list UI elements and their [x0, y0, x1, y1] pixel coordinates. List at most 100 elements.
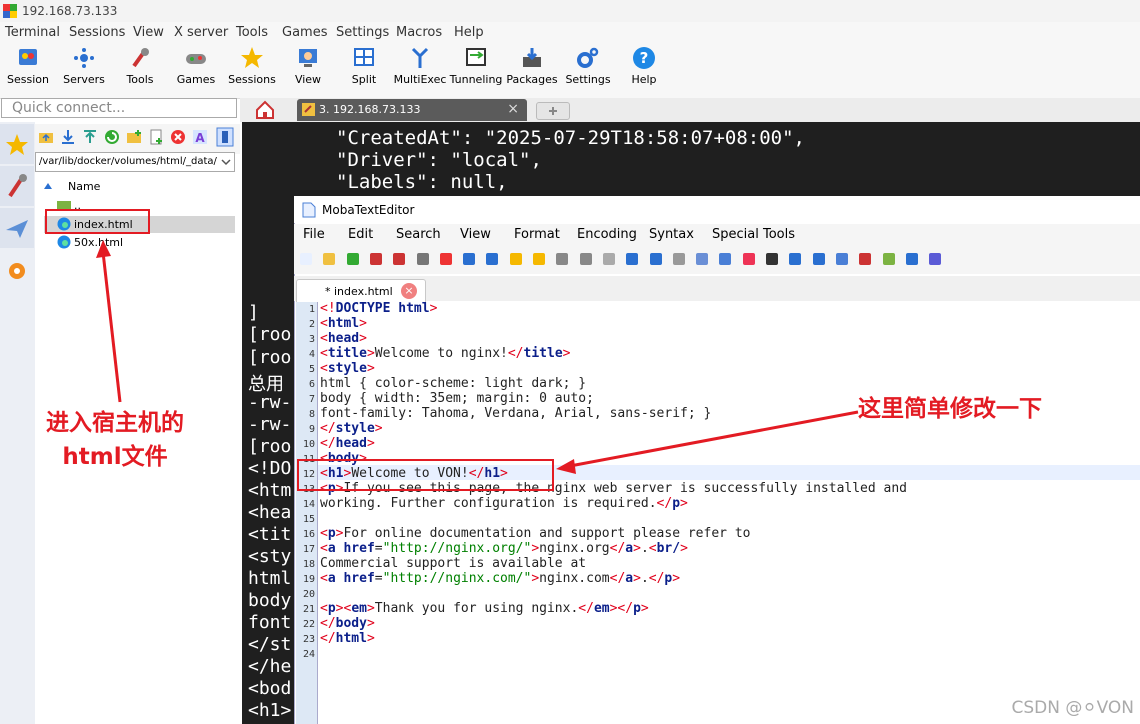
- window-icon[interactable]: [717, 251, 733, 267]
- delete-icon[interactable]: [170, 129, 186, 145]
- parent-folder-icon[interactable]: [38, 129, 54, 145]
- toolbar-sessions-button[interactable]: Sessions: [224, 46, 280, 86]
- find-icon[interactable]: [624, 251, 640, 267]
- code-line-23[interactable]: </html>: [320, 631, 375, 646]
- print-icon[interactable]: [415, 251, 431, 267]
- toolbar-tunneling-button[interactable]: Tunneling: [448, 46, 504, 86]
- close-tab-button[interactable]: ×: [507, 101, 519, 117]
- save-all-icon[interactable]: [391, 251, 407, 267]
- split-view-icon[interactable]: [834, 251, 850, 267]
- sidebar-macros-button[interactable]: [0, 252, 34, 292]
- editor-menu-search[interactable]: Search: [396, 227, 441, 242]
- menu-sessions[interactable]: Sessions: [69, 25, 125, 40]
- highlight-icon[interactable]: [881, 251, 897, 267]
- copy-icon[interactable]: [578, 251, 594, 267]
- sort-ascending-icon[interactable]: [44, 183, 52, 189]
- outdent-icon[interactable]: [461, 251, 477, 267]
- toolbar-help-button[interactable]: ? Help: [616, 46, 672, 86]
- bookmark-icon[interactable]: [508, 251, 524, 267]
- sftp-path-input[interactable]: /var/lib/docker/volumes/html/_data/: [35, 152, 235, 172]
- chevron-down-icon[interactable]: [221, 158, 231, 166]
- menu-settings[interactable]: Settings: [336, 25, 389, 40]
- editor-menu-special-tools[interactable]: Special Tools: [712, 227, 795, 242]
- apple-icon[interactable]: [787, 251, 803, 267]
- editor-menu-file[interactable]: File: [303, 227, 325, 242]
- paragraph-icon[interactable]: [857, 251, 873, 267]
- editor-menu-encoding[interactable]: Encoding: [577, 227, 637, 242]
- toolbar-split-button[interactable]: Split: [336, 46, 392, 86]
- open-folder-icon[interactable]: [321, 251, 337, 267]
- quick-connect-input[interactable]: Quick connect...: [1, 98, 237, 118]
- code-line-9[interactable]: </style>: [320, 421, 383, 436]
- close-icon[interactable]: ×: [401, 283, 417, 299]
- code-line-4[interactable]: <title>Welcome to nginx!</title>: [320, 346, 570, 361]
- code-line-10[interactable]: </head>: [320, 436, 375, 451]
- games-icon: [186, 54, 206, 64]
- code-line-6[interactable]: html { color-scheme: light dark; }: [320, 376, 586, 391]
- upload-icon[interactable]: [82, 129, 98, 145]
- refresh-icon[interactable]: [104, 129, 120, 145]
- sftp-column-name[interactable]: Name: [68, 180, 100, 193]
- windows-icon[interactable]: [741, 251, 757, 267]
- undo-icon[interactable]: [811, 251, 827, 267]
- code-line-16[interactable]: <p>For online documentation and support …: [320, 526, 750, 541]
- gear-icon[interactable]: [904, 251, 920, 267]
- toolbar-view-button[interactable]: View: [280, 46, 336, 86]
- bookmark-next-icon[interactable]: [531, 251, 547, 267]
- compare-icon[interactable]: [694, 251, 710, 267]
- follow-terminal-icon[interactable]: [216, 127, 234, 147]
- download-icon[interactable]: [60, 129, 76, 145]
- new-folder-icon[interactable]: [126, 129, 142, 145]
- paste-icon[interactable]: [601, 251, 617, 267]
- code-line-14[interactable]: working. Further configuration is requir…: [320, 496, 688, 511]
- session-tab[interactable]: 3. 192.168.73.133 ×: [297, 99, 527, 121]
- editor-menu-view[interactable]: View: [460, 227, 491, 242]
- toolbar-games-button[interactable]: Games: [168, 46, 224, 86]
- code-line-2[interactable]: <html>: [320, 316, 367, 331]
- menu-view[interactable]: View: [133, 25, 164, 40]
- linux-icon[interactable]: [764, 251, 780, 267]
- code-line-3[interactable]: <head>: [320, 331, 367, 346]
- menu-terminal[interactable]: Terminal: [5, 25, 60, 40]
- code-line-18[interactable]: Commercial support is available at: [320, 556, 586, 571]
- cut-icon[interactable]: [554, 251, 570, 267]
- code-line-17[interactable]: <a href="http://nginx.org/">nginx.org</a…: [320, 541, 688, 556]
- find-next-icon[interactable]: [648, 251, 664, 267]
- toolbar-tools-button[interactable]: Tools: [112, 46, 168, 86]
- editor-menu-format[interactable]: Format: [514, 227, 560, 242]
- menu-games[interactable]: Games: [282, 25, 327, 40]
- save-icon[interactable]: [368, 251, 384, 267]
- close-icon[interactable]: [927, 251, 943, 267]
- home-tab[interactable]: [253, 98, 285, 122]
- new-tab-button[interactable]: [536, 102, 570, 120]
- editor-tab-index[interactable]: * index.html ×: [296, 279, 426, 302]
- toolbar-settings-button[interactable]: Settings: [560, 46, 616, 86]
- grid-icon[interactable]: [671, 251, 687, 267]
- refresh-icon[interactable]: [345, 251, 361, 267]
- editor-menu-edit[interactable]: Edit: [348, 227, 373, 242]
- sidebar-tools-button[interactable]: [0, 166, 34, 206]
- toolbar-multiexec-button[interactable]: MultiExec: [392, 46, 448, 86]
- code-line-5[interactable]: <style>: [320, 361, 375, 376]
- code-line-7[interactable]: body { width: 35em; margin: 0 auto;: [320, 391, 594, 406]
- code-line-22[interactable]: </body>: [320, 616, 375, 631]
- toolbar-servers-button[interactable]: Servers: [56, 46, 112, 86]
- menu-help[interactable]: Help: [454, 25, 484, 40]
- menu-tools[interactable]: Tools: [236, 25, 268, 40]
- code-line-19[interactable]: <a href="http://nginx.com/">nginx.com</a…: [320, 571, 680, 586]
- code-line-21[interactable]: <p><em>Thank you for using nginx.</em></…: [320, 601, 649, 616]
- editor-menu-syntax[interactable]: Syntax: [649, 227, 694, 242]
- code-line-8[interactable]: font-family: Tahoma, Verdana, Arial, san…: [320, 406, 711, 421]
- rename-icon[interactable]: A: [192, 129, 208, 145]
- toolbar-packages-button[interactable]: Packages: [504, 46, 560, 86]
- indent-icon[interactable]: [484, 251, 500, 267]
- sidebar-favorites-button[interactable]: [0, 124, 34, 164]
- new-file-icon[interactable]: [298, 251, 314, 267]
- new-file-icon[interactable]: [148, 129, 164, 145]
- menu-x-server[interactable]: X server: [174, 25, 228, 40]
- toolbar-session-button[interactable]: Session: [0, 46, 56, 86]
- close-file-icon[interactable]: [438, 251, 454, 267]
- code-line-1[interactable]: <!DOCTYPE html>: [320, 301, 437, 316]
- sidebar-sftp-button[interactable]: [0, 208, 34, 248]
- menu-macros[interactable]: Macros: [396, 25, 442, 40]
